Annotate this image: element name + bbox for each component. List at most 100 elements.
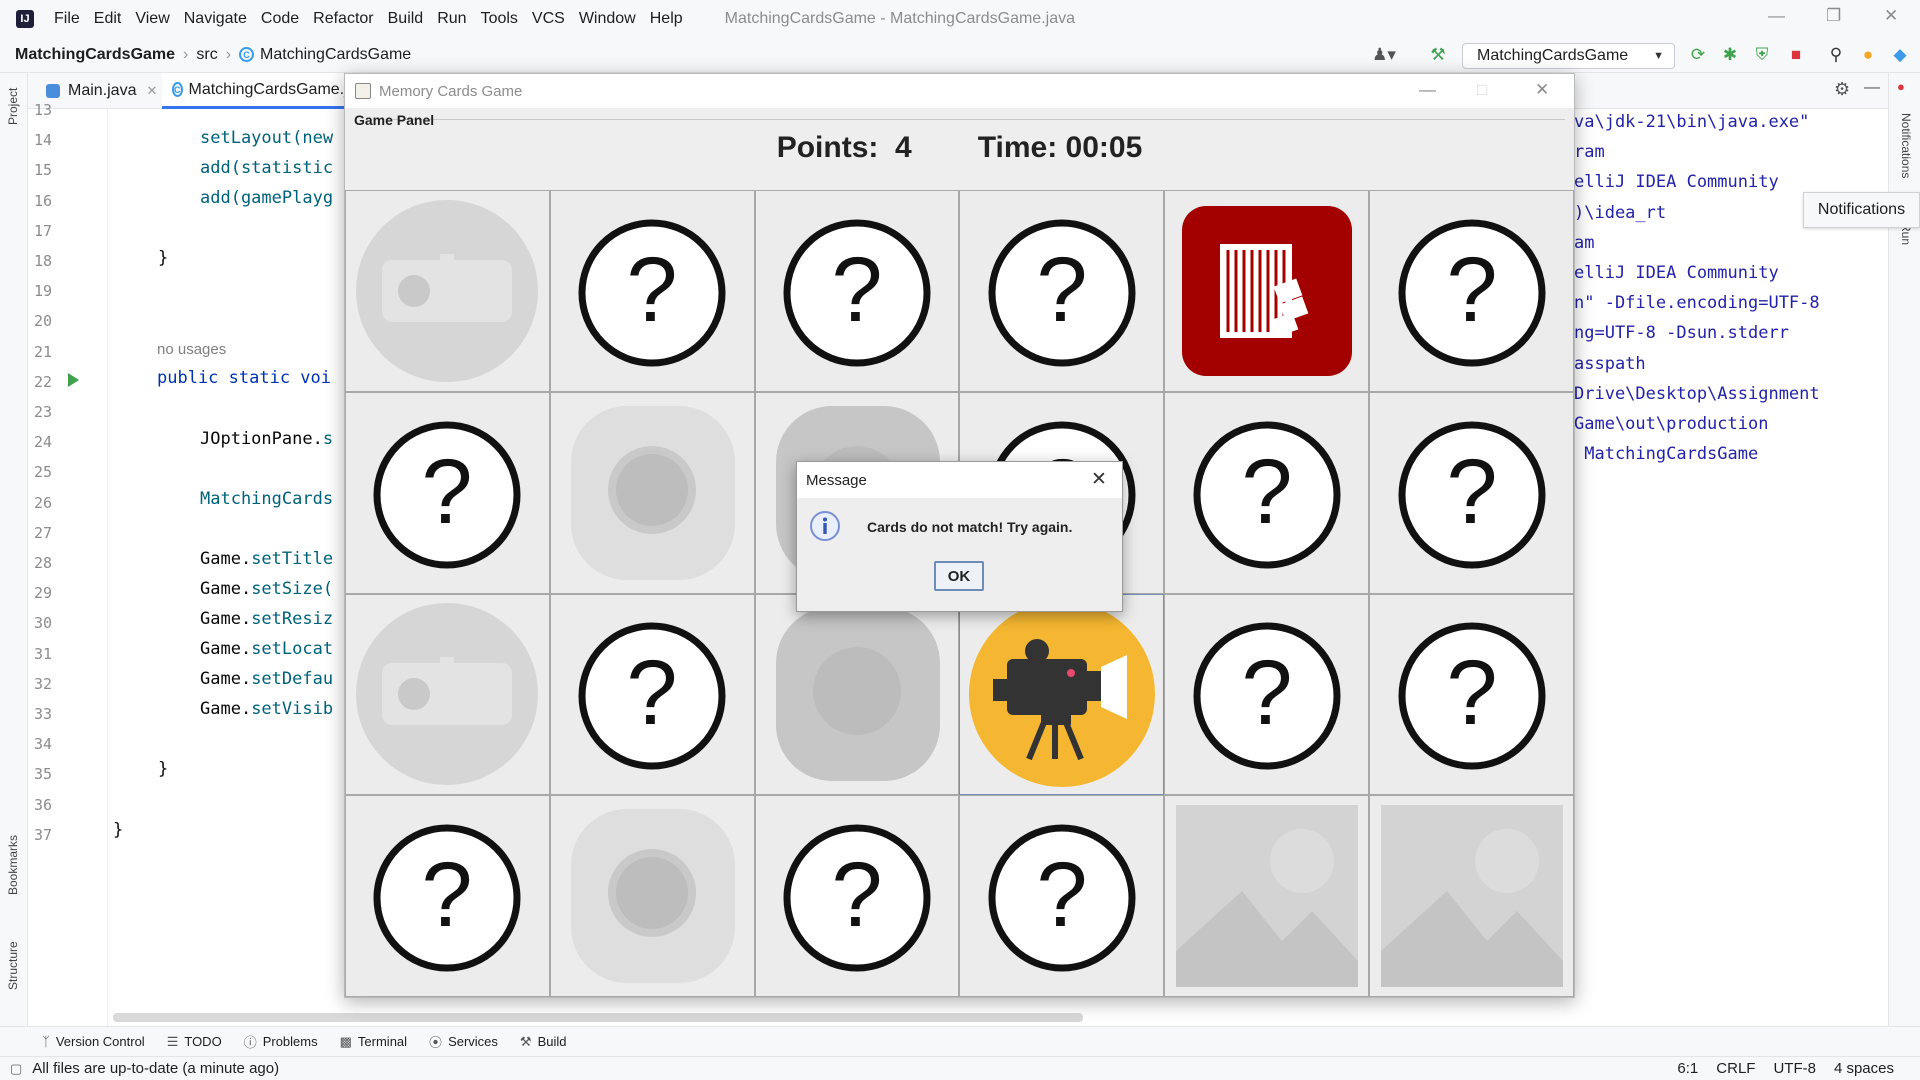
line-number: 28 [34,554,53,572]
notification-bell-icon[interactable]: ● [1897,79,1905,94]
tab-matching-cards-game[interactable]: C MatchingCardsGame.j [162,73,348,109]
close-icon[interactable]: ✕ [1091,468,1107,491]
card-hidden[interactable]: ? [1369,593,1574,796]
menu-file[interactable]: File [54,10,80,28]
card-revealed-video-camera[interactable] [959,593,1165,796]
card-hidden[interactable]: ? [549,190,755,392]
code-line-16[interactable]: add(gamePlayg [200,188,333,208]
close-window-icon[interactable]: ✕ [1884,6,1898,26]
card-hidden[interactable]: ? [549,593,755,796]
card-hidden[interactable]: ? [754,795,960,997]
menu-code[interactable]: Code [261,10,299,28]
menu-build[interactable]: Build [388,10,424,28]
menu-vcs[interactable]: VCS [532,10,565,28]
game-panel-label: Game Panel [354,112,435,128]
card-hidden[interactable]: ? [754,190,960,392]
run-main-icon[interactable] [68,373,79,387]
code-line-18[interactable]: } [158,248,168,268]
card-revealed-film[interactable] [1164,190,1370,392]
menu-refactor[interactable]: Refactor [313,10,373,28]
search-icon[interactable]: ⚲ [1826,45,1846,65]
code-line-27[interactable]: Game.setTitle [200,549,333,569]
card-matched-image[interactable] [1369,795,1574,997]
user-account-icon[interactable]: ♟▾ [1372,45,1396,65]
menu-window[interactable]: Window [579,10,636,28]
card-hidden[interactable]: ? [345,795,550,997]
usage-hint[interactable]: no usages [157,341,226,358]
code-line-31[interactable]: Game.setDefau [200,669,333,689]
file-encoding[interactable]: UTF-8 [1773,1060,1816,1077]
code-text: Game. [200,699,252,719]
menu-help[interactable]: Help [650,10,683,28]
bookmarks-tool-button[interactable]: Bookmarks [6,835,20,895]
minimize-window-icon[interactable]: — [1768,6,1785,26]
todo-tool[interactable]: ☰ TODO [167,1034,222,1050]
card-hidden[interactable]: ? [1164,593,1370,796]
menu-view[interactable]: View [135,10,169,28]
code-line-14[interactable]: setLayout(new [200,128,333,148]
editor-horizontal-scrollbar[interactable] [113,1013,1083,1022]
services-tool[interactable]: ⦿ Services [429,1032,498,1051]
coverage-shield-icon[interactable]: ⛨ [1752,45,1772,65]
code-line-23[interactable]: JOptionPane.s [200,429,333,449]
minimize-window-icon[interactable]: — [1419,80,1436,100]
card-matched-camera[interactable] [345,190,550,392]
code-line-36[interactable]: } [113,820,123,840]
restore-window-icon[interactable]: ❐ [1826,6,1841,26]
project-tool-button[interactable]: Project [6,88,20,125]
line-separator[interactable]: CRLF [1716,1060,1755,1077]
ok-button[interactable]: OK [934,561,984,591]
code-line-32[interactable]: Game.setVisib [200,699,333,719]
caret-position[interactable]: 6:1 [1677,1060,1698,1077]
rerun-icon[interactable]: ⟳ [1688,45,1708,65]
menu-tools[interactable]: Tools [481,10,518,28]
update-icon[interactable]: ● [1858,45,1878,65]
code-line-25[interactable]: MatchingCards [200,489,333,509]
code-line-15[interactable]: add(statistic [200,158,333,178]
close-window-icon[interactable]: ✕ [1535,80,1549,100]
message-dialog: Message ✕ Cards do not match! Try again.… [796,461,1123,612]
card-hidden[interactable]: ? [1369,190,1574,392]
code-line-30[interactable]: Game.setLocat [200,639,333,659]
breadcrumb-folder[interactable]: src [196,46,217,64]
card-matched-button-dark[interactable] [754,593,960,796]
card-matched-button[interactable] [549,391,755,594]
version-control-tool[interactable]: ᛉ Version Control [42,1034,145,1049]
notifications-tool-button[interactable]: Notifications [1899,113,1913,178]
status-toggle-icon[interactable]: ▢ [10,1061,22,1077]
structure-tool-button[interactable]: Structure [6,941,20,990]
stop-icon[interactable]: ■ [1786,45,1806,65]
card-matched-button[interactable] [549,795,755,997]
indent-setting[interactable]: 4 spaces [1834,1060,1894,1077]
card-hidden[interactable]: ? [1164,391,1370,594]
build-hammer-icon[interactable]: ⚒ [1428,45,1448,65]
build-tool[interactable]: ⚒ Build [520,1034,567,1050]
card-matched-camera[interactable] [345,593,550,796]
status-message[interactable]: All files are up-to-date (a minute ago) [32,1060,279,1077]
card-matched-image[interactable] [1164,795,1370,997]
hide-panel-icon[interactable]: — [1864,79,1880,97]
run-configuration-selector[interactable]: MatchingCardsGame ▼ [1462,43,1675,69]
menu-edit[interactable]: Edit [94,10,122,28]
gear-icon[interactable]: ⚙ [1834,79,1850,100]
terminal-tool[interactable]: ▩ Terminal [340,1034,407,1050]
problems-tool[interactable]: ⓘ Problems [244,1032,318,1051]
branch-icon: ᛉ [42,1034,50,1049]
menu-run[interactable]: Run [437,10,466,28]
card-hidden[interactable]: ? [959,795,1165,997]
code-text: Game. [200,579,252,599]
code-line-21[interactable]: public static voi [157,368,331,388]
card-hidden[interactable]: ? [959,190,1165,392]
code-line-28[interactable]: Game.setSize( [200,579,333,599]
card-hidden[interactable]: ? [345,391,550,594]
panel-border [385,119,1565,120]
code-line-34[interactable]: } [158,759,168,779]
debug-bug-icon[interactable]: ✱ [1720,45,1740,65]
menu-navigate[interactable]: Navigate [184,10,247,28]
card-hidden[interactable]: ? [1369,391,1574,594]
breadcrumb-project[interactable]: MatchingCardsGame [15,46,175,64]
breadcrumb-file[interactable]: MatchingCardsGame [260,46,411,64]
ide-features-icon[interactable]: ◆ [1890,45,1910,65]
close-tab-icon[interactable]: ✕ [146,83,157,99]
code-line-29[interactable]: Game.setResiz [200,609,333,629]
